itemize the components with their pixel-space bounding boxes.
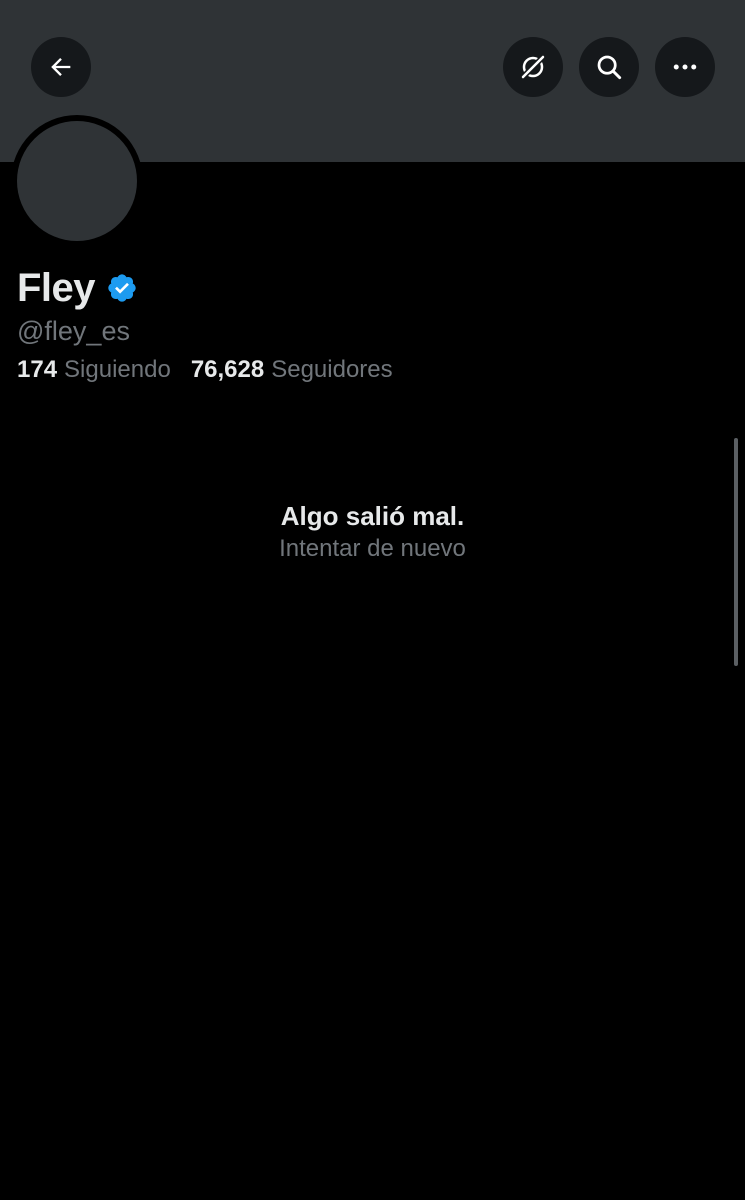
search-button[interactable] [579,37,639,97]
profile-handle: @fley_es [17,316,130,346]
verified-check-icon[interactable] [106,272,138,304]
following-count: 174 [17,356,58,383]
back-button[interactable] [31,37,91,97]
retry-button[interactable]: Intentar de nuevo [0,534,745,564]
more-options-button[interactable] [655,37,715,97]
search-icon [597,55,622,80]
display-name: Fley [17,265,96,310]
followers-count: 76,628 [190,356,265,383]
followers-link[interactable]: 76,628 Seguidores [191,356,393,384]
following-link[interactable]: 174 Siguiendo [17,356,171,384]
followers-label: Seguidores [271,356,393,383]
avatar[interactable] [11,115,143,247]
following-label: Siguiendo [64,356,171,383]
error-title: Algo salió mal. [280,501,465,531]
avatar-placeholder [17,121,137,241]
more-horizontal-icon [673,64,697,70]
grok-button[interactable] [503,37,563,97]
scrollbar-thumb[interactable] [734,438,738,666]
error-message: Algo salió mal. Intentar de nuevo [0,498,745,564]
profile-stats: 174 Siguiendo 76,628 Seguidores [17,356,393,384]
profile-name-row: Fley [17,262,138,314]
grok-slash-icon [521,55,545,79]
arrow-left-icon [51,58,71,76]
